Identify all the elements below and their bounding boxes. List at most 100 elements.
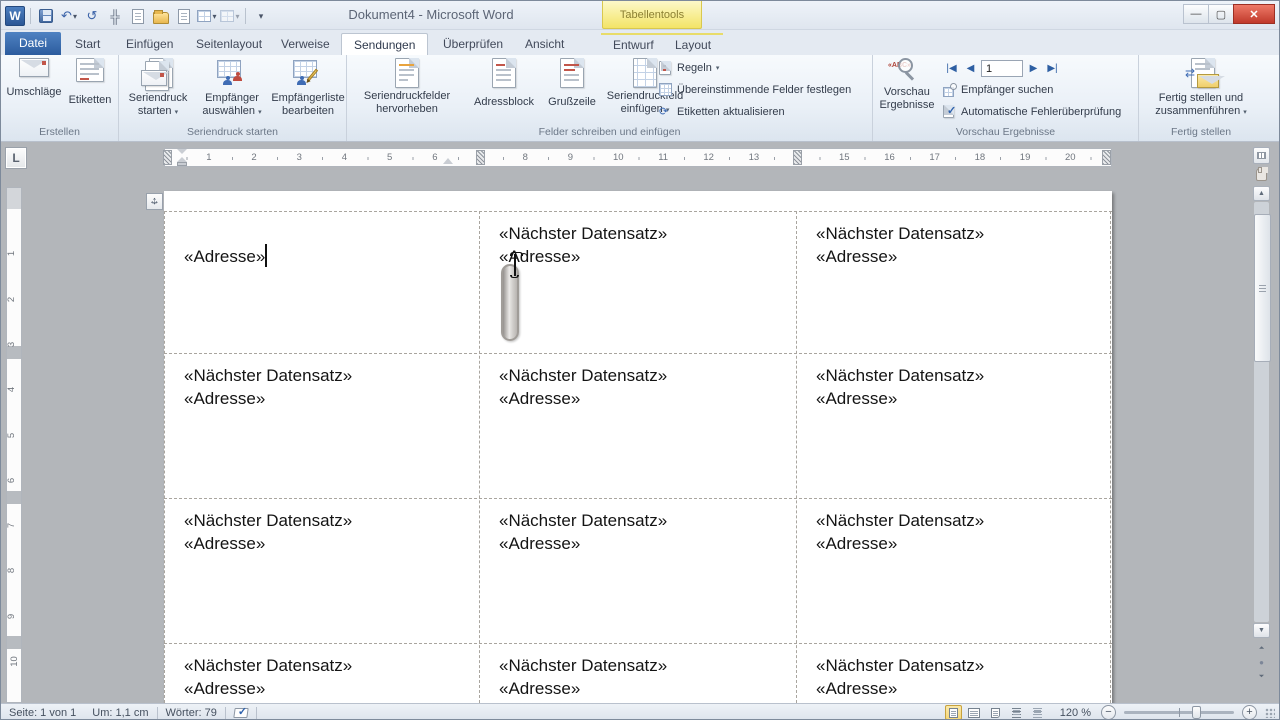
scrollbar-thumb[interactable] [1254, 214, 1271, 362]
label-cell[interactable]: «Nächster Datensatz»«Adresse» [164, 353, 479, 410]
tab-ansicht[interactable]: Ansicht [513, 33, 576, 55]
table-column-marker[interactable] [1102, 150, 1111, 165]
word-count[interactable]: Wörter: 79 [158, 707, 225, 719]
label-cell[interactable]: «Adresse» [164, 211, 479, 268]
tab-einfuegen[interactable]: Einfügen [114, 33, 185, 55]
label-cell[interactable]: «Nächster Datensatz»«Adresse» [164, 498, 479, 555]
etiketten-button[interactable]: Etiketten [65, 58, 115, 107]
web-layout-view-button[interactable] [987, 705, 1004, 720]
tab-layout[interactable]: Layout [663, 33, 723, 55]
ruler-number: 2 [6, 296, 17, 301]
zoom-in-button[interactable]: + [1242, 705, 1257, 720]
merge-field-text: «Nächster Datensatz» [184, 364, 479, 387]
insert-merge-field-icon [633, 58, 657, 88]
save-icon[interactable] [36, 6, 56, 26]
record-number-input[interactable] [981, 60, 1023, 77]
automatische-fehlerueberpruefung-button[interactable]: ✓ Automatische Fehlerüberprüfung [943, 105, 1121, 119]
grusszeile-button[interactable]: Grußzeile [543, 58, 601, 109]
merge-field-text: «Nächster Datensatz» [816, 364, 1112, 387]
page-indicator[interactable]: Seite: 1 von 1 [1, 707, 84, 719]
horizontal-ruler[interactable]: 1234568910111213151617181920 [164, 148, 1112, 167]
empfaenger-suchen-button[interactable]: Empfänger suchen [943, 83, 1053, 97]
tab-verweise[interactable]: Verweise [269, 33, 342, 55]
word-logo[interactable]: W [5, 6, 25, 26]
zoom-level[interactable]: 120 % [1060, 707, 1091, 719]
zoom-out-button[interactable]: − [1101, 705, 1116, 720]
label-cell[interactable]: «Nächster Datensatz»«Adresse» [479, 498, 796, 555]
tab-ueberpruefen[interactable]: Überprüfen [431, 33, 515, 55]
right-indent-marker[interactable] [443, 158, 453, 164]
tab-entwurf[interactable]: Entwurf [601, 33, 666, 55]
new-document-icon[interactable] [128, 6, 148, 26]
close-button[interactable]: ✕ [1233, 4, 1275, 24]
merge-field-text: «Adresse» [816, 532, 1112, 555]
ruler-toggle-icon[interactable] [1253, 147, 1270, 164]
seriendruckfelder-hervorheben-button[interactable]: Seriendruckfelderhervorheben [351, 58, 463, 116]
open-folder-icon[interactable] [151, 6, 171, 26]
tab-start[interactable]: Start [63, 33, 112, 55]
zoom-slider[interactable] [1124, 711, 1234, 714]
outline-view-button[interactable] [1008, 705, 1025, 720]
scroll-up-button[interactable]: ▲ [1253, 186, 1270, 201]
scroll-down-button[interactable]: ▼ [1253, 623, 1270, 638]
previous-page-button[interactable]: ⏶ [1253, 642, 1270, 657]
first-record-button[interactable]: |◀ [943, 60, 960, 77]
print-layout-view-button[interactable] [945, 705, 962, 720]
table-column-marker[interactable] [476, 150, 485, 165]
label-cell[interactable]: «Nächster Datensatz»«Adresse» [796, 643, 1112, 700]
table-row-marker[interactable] [7, 346, 22, 359]
undo-icon[interactable]: ↶▾ [59, 6, 79, 26]
vertical-position-indicator[interactable]: Um: 1,1 cm [84, 707, 156, 719]
last-record-button[interactable]: ▶| [1044, 60, 1061, 77]
fullscreen-reading-view-button[interactable] [966, 705, 983, 720]
draft-view-button[interactable] [1029, 705, 1046, 720]
label-cell[interactable]: «Nächster Datensatz»«Adresse» [479, 643, 796, 700]
mail-merge-icon[interactable]: ▾ [197, 6, 217, 26]
zoom-slider-thumb[interactable] [1192, 706, 1201, 719]
table-move-handle-icon[interactable]: ↔↕ [146, 193, 163, 210]
vertical-ruler[interactable]: 12345678910 [6, 187, 22, 703]
table-row-marker[interactable] [7, 636, 22, 649]
seriendruck-starten-button[interactable]: Seriendruck starten ▾ [124, 58, 192, 119]
empfaenger-auswaehlen-button[interactable]: Empfänger auswählen ▾ [196, 58, 268, 119]
maximize-button[interactable]: ▢ [1208, 4, 1234, 24]
table-column-marker[interactable] [163, 150, 172, 165]
table-row-marker[interactable] [7, 491, 22, 504]
adressblock-button[interactable]: Adressblock [465, 58, 543, 109]
select-browse-object-button[interactable]: ● [1253, 656, 1270, 671]
print-preview-icon[interactable] [174, 6, 194, 26]
regeln-button[interactable]: Regeln ▾ [659, 61, 719, 75]
document-page[interactable]: «Adresse»«Nächster Datensatz»«Adresse»«N… [164, 191, 1112, 703]
label-cell[interactable]: «Nächster Datensatz»«Adresse» [796, 498, 1112, 555]
indent-markers[interactable] [177, 149, 187, 166]
next-page-button[interactable]: ⏷ [1253, 670, 1270, 685]
minimize-button[interactable]: — [1183, 4, 1209, 24]
label-cell[interactable]: «Nächster Datensatz»«Adresse» [164, 643, 479, 700]
qat-more-icon[interactable]: ▾ [251, 6, 271, 26]
tab-sendungen[interactable]: Sendungen [341, 33, 428, 55]
empfaengerliste-bearbeiten-button[interactable]: Empfängerliste bearbeiten [270, 58, 346, 118]
ruler-number: 4 [6, 387, 17, 392]
label-cell[interactable]: «Nächster Datensatz»«Adresse» [479, 353, 796, 410]
umschlaege-button[interactable]: Umschläge [7, 58, 61, 99]
tab-stop-selector[interactable]: L [5, 147, 27, 169]
merge-field-text: «Adresse» [499, 532, 796, 555]
previous-record-button[interactable]: ◀ [962, 60, 979, 77]
uebereinstimmende-felder-button[interactable]: Übereinstimmende Felder festlegen [659, 83, 851, 97]
label-cell[interactable]: «Nächster Datensatz»«Adresse» [479, 211, 796, 268]
vorschau-ergebnisse-button[interactable]: «ABC» VorschauErgebnisse [877, 58, 937, 112]
scrollbar-track[interactable] [1254, 202, 1269, 622]
draw-table-icon[interactable]: ╬ [105, 6, 125, 26]
label-cell[interactable]: «Nächster Datensatz»«Adresse» [796, 211, 1112, 268]
vertical-scrollbar[interactable]: ▲ ▼ ⏶ ● ⏷ [1253, 186, 1270, 686]
spellcheck-status-icon[interactable] [234, 707, 248, 719]
label-cell[interactable]: «Nächster Datensatz»«Adresse» [796, 353, 1112, 410]
fertig-stellen-button[interactable]: ⇄ Fertig stellen und zusammenführen ▾ [1147, 58, 1255, 119]
tab-seitenlayout[interactable]: Seitenlayout [184, 33, 274, 55]
redo-icon[interactable]: ↺ [82, 6, 102, 26]
table-column-marker[interactable] [793, 150, 802, 165]
etiketten-aktualisieren-button[interactable]: ⟳ Etiketten aktualisieren [659, 105, 785, 119]
next-record-button[interactable]: ▶ [1025, 60, 1042, 77]
table-icon[interactable]: ▾ [220, 6, 240, 26]
tab-datei[interactable]: Datei [5, 32, 61, 55]
